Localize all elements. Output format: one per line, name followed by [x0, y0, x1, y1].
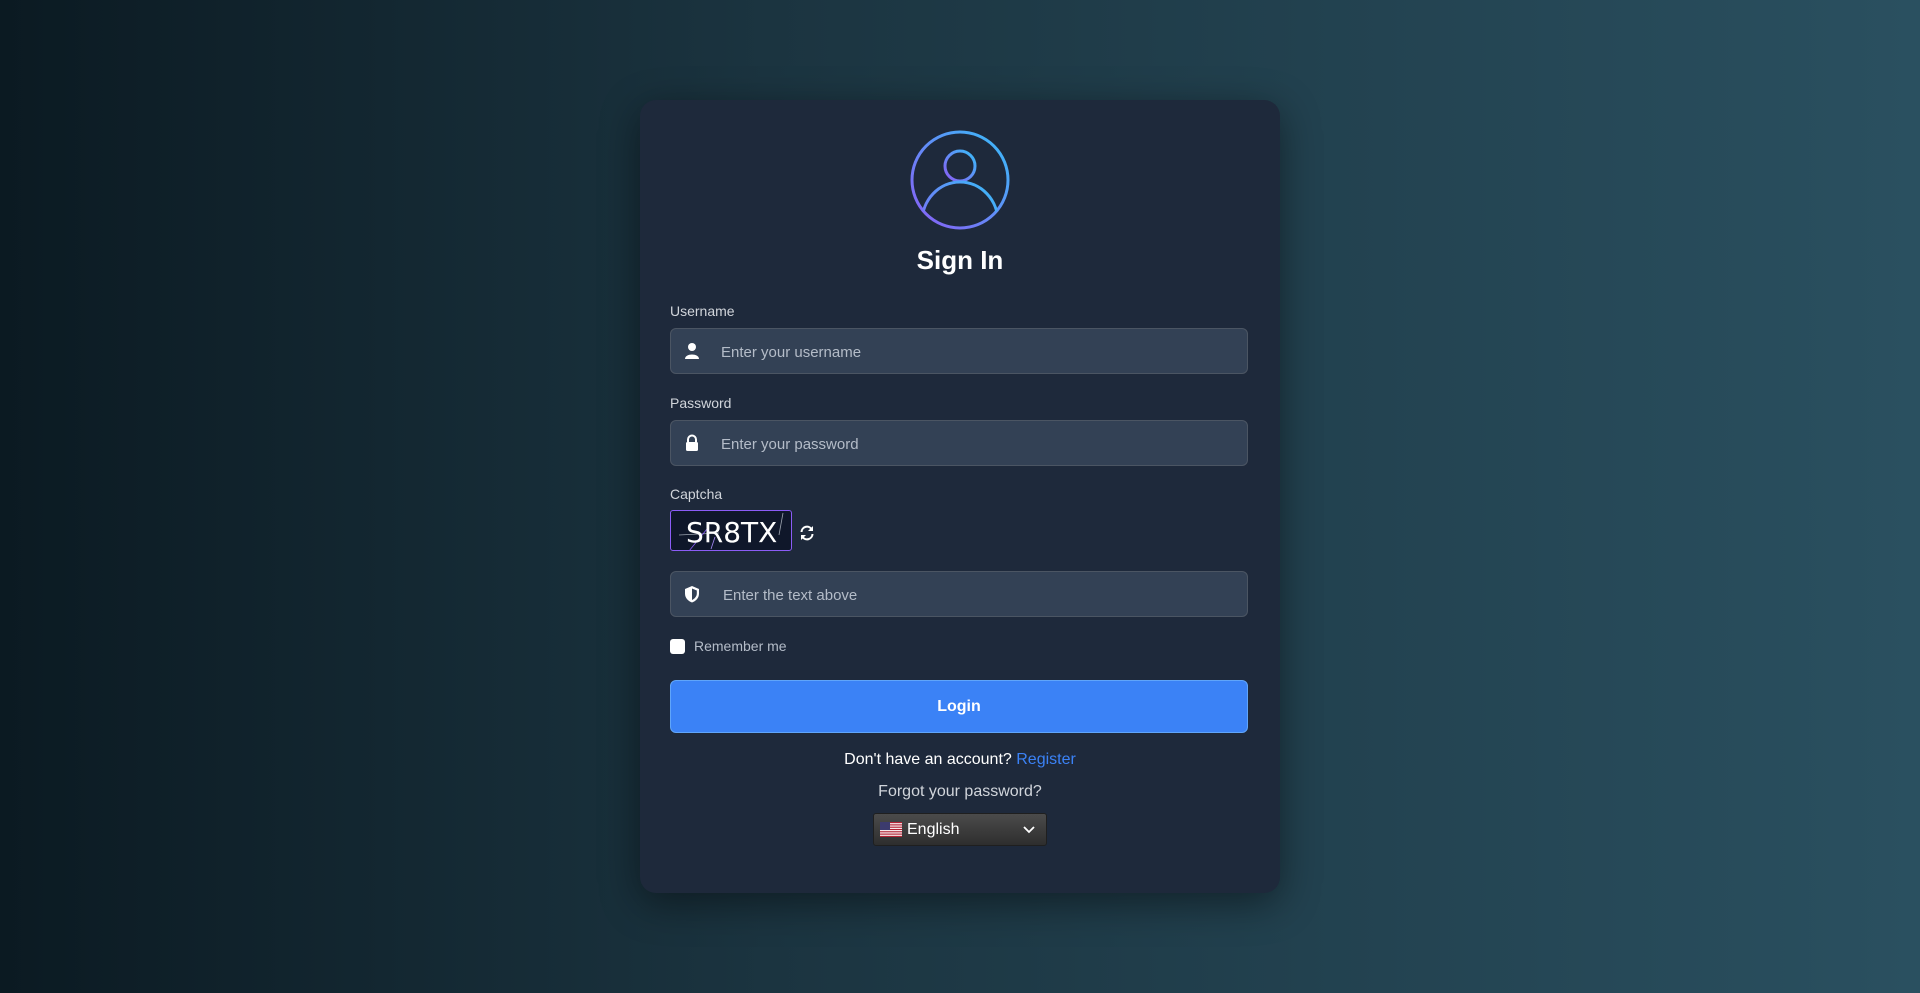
username-label: Username [670, 303, 735, 319]
captcha-input[interactable] [721, 572, 1245, 618]
captcha-image: SR8TX [670, 510, 792, 551]
captcha-code: SR8TX [686, 516, 778, 549]
us-flag-icon [880, 822, 902, 837]
username-input[interactable] [719, 329, 1243, 375]
password-label: Password [670, 395, 732, 411]
user-icon [685, 343, 699, 359]
language-label: English [907, 820, 960, 838]
user-avatar-icon [910, 130, 1010, 230]
login-button[interactable]: Login [670, 680, 1248, 733]
refresh-icon[interactable] [798, 524, 816, 542]
password-input[interactable] [719, 421, 1243, 467]
chevron-down-icon [1023, 826, 1035, 834]
remember-label: Remember me [694, 638, 787, 654]
lock-icon [686, 434, 698, 451]
captcha-label: Captcha [670, 486, 723, 502]
login-card: Sign In Username Password Captcha SR8TX [640, 100, 1280, 893]
forgot-password-link[interactable]: Forgot your password? [640, 783, 1280, 801]
register-link[interactable]: Register [1016, 751, 1076, 768]
password-field[interactable] [670, 420, 1248, 467]
remember-checkbox[interactable] [670, 638, 685, 654]
captcha-field[interactable] [670, 571, 1248, 618]
signup-prompt: Don't have an account? Register [640, 751, 1280, 769]
signup-text: Don't have an account? [844, 751, 1012, 768]
language-select[interactable]: English [873, 813, 1047, 846]
page-title: Sign In [916, 245, 1004, 275]
shield-icon [685, 586, 699, 603]
remember-me[interactable]: Remember me [670, 638, 787, 654]
username-field[interactable] [670, 328, 1248, 375]
